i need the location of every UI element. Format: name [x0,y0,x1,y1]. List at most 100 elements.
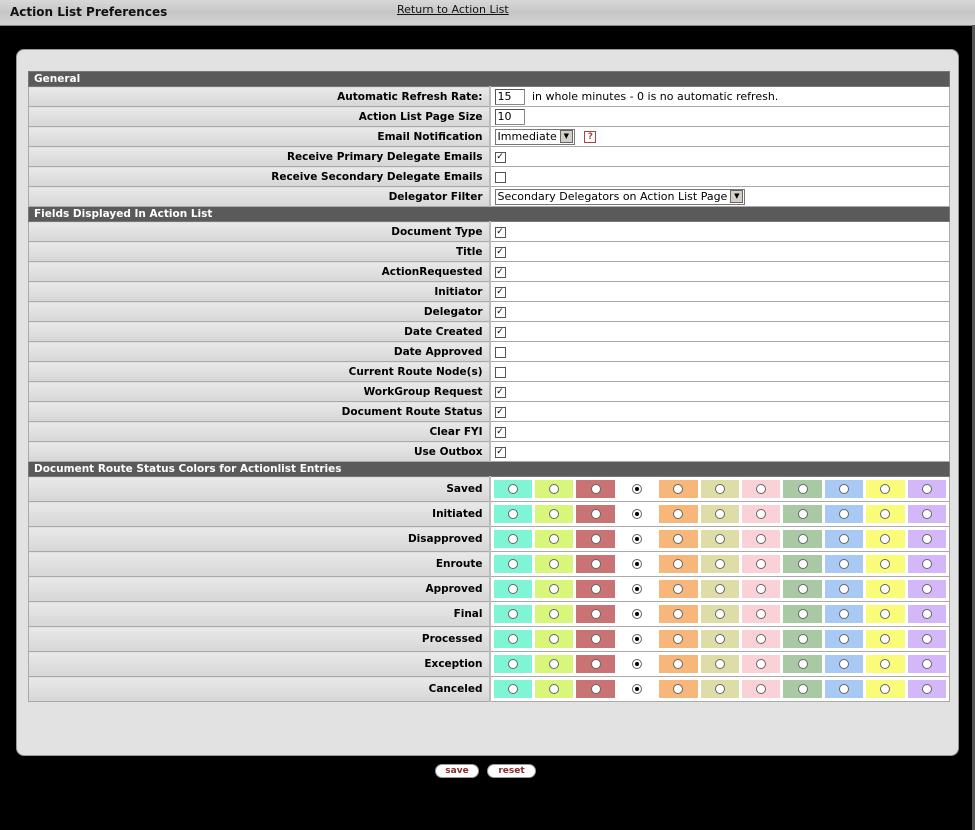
color-radio[interactable] [797,609,808,619]
color-radio[interactable] [797,559,808,569]
color-radio[interactable] [673,659,684,669]
refresh-rate-input[interactable]: 15 [494,88,525,105]
color-radio[interactable] [838,634,849,644]
color-radio[interactable] [507,484,518,494]
color-radio[interactable] [714,684,725,694]
color-radio[interactable] [631,584,642,594]
field-checkbox[interactable]: ✓ [494,446,506,458]
field-checkbox[interactable]: ✓ [494,246,506,258]
field-checkbox[interactable] [494,366,506,378]
field-checkbox[interactable] [494,346,506,358]
color-radio[interactable] [797,659,808,669]
chevron-down-icon[interactable]: ▼ [559,130,573,143]
color-radio[interactable] [756,584,767,594]
color-radio[interactable] [921,484,932,494]
color-radio[interactable] [756,609,767,619]
color-radio[interactable] [673,559,684,569]
color-radio[interactable] [549,609,560,619]
color-radio[interactable] [631,634,642,644]
help-icon[interactable]: ? [584,130,597,143]
color-radio[interactable] [880,484,891,494]
primary-delegate-checkbox[interactable]: ✓ [494,151,506,163]
secondary-delegate-checkbox[interactable] [494,171,506,183]
color-radio[interactable] [756,634,767,644]
color-radio[interactable] [673,584,684,594]
color-radio[interactable] [756,534,767,544]
color-radio[interactable] [549,659,560,669]
color-radio[interactable] [631,534,642,544]
color-radio[interactable] [714,534,725,544]
delegator-filter-select[interactable]: Secondary Delegators on Action List Page… [494,188,746,205]
color-radio[interactable] [756,484,767,494]
color-radio[interactable] [714,484,725,494]
color-radio[interactable] [921,534,932,544]
field-checkbox[interactable]: ✓ [494,406,506,418]
color-radio[interactable] [507,584,518,594]
color-radio[interactable] [714,509,725,519]
chevron-down-icon[interactable]: ▼ [730,190,744,203]
color-radio[interactable] [921,634,932,644]
color-radio[interactable] [507,534,518,544]
color-radio[interactable] [756,684,767,694]
color-radio[interactable] [590,684,601,694]
color-radio[interactable] [838,609,849,619]
color-radio[interactable] [880,684,891,694]
color-radio[interactable] [714,559,725,569]
color-radio[interactable] [714,584,725,594]
color-radio[interactable] [797,684,808,694]
color-radio[interactable] [507,559,518,569]
color-radio[interactable] [590,584,601,594]
color-radio[interactable] [880,534,891,544]
color-radio[interactable] [590,559,601,569]
color-radio[interactable] [838,584,849,594]
color-radio[interactable] [631,659,642,669]
color-radio[interactable] [714,609,725,619]
color-radio[interactable] [631,509,642,519]
color-radio[interactable] [797,634,808,644]
field-checkbox[interactable]: ✓ [494,286,506,298]
color-radio[interactable] [921,584,932,594]
reset-button[interactable]: reset [487,764,536,778]
color-radio[interactable] [921,659,932,669]
color-radio[interactable] [590,509,601,519]
color-radio[interactable] [590,659,601,669]
field-checkbox[interactable]: ✓ [494,426,506,438]
color-radio[interactable] [880,659,891,669]
color-radio[interactable] [714,634,725,644]
color-radio[interactable] [590,534,601,544]
color-radio[interactable] [838,509,849,519]
color-radio[interactable] [673,634,684,644]
save-button[interactable]: save [435,764,479,778]
color-radio[interactable] [756,559,767,569]
color-radio[interactable] [673,609,684,619]
color-radio[interactable] [838,659,849,669]
color-radio[interactable] [797,484,808,494]
color-radio[interactable] [838,684,849,694]
color-radio[interactable] [507,509,518,519]
color-radio[interactable] [631,484,642,494]
color-radio[interactable] [797,509,808,519]
color-radio[interactable] [549,634,560,644]
color-radio[interactable] [549,534,560,544]
field-checkbox[interactable]: ✓ [494,266,506,278]
color-radio[interactable] [880,559,891,569]
color-radio[interactable] [714,659,725,669]
email-notification-select[interactable]: Immediate ▼ [494,128,575,145]
page-size-input[interactable]: 10 [494,108,525,125]
color-radio[interactable] [590,609,601,619]
color-radio[interactable] [921,559,932,569]
field-checkbox[interactable]: ✓ [494,326,506,338]
color-radio[interactable] [838,534,849,544]
color-radio[interactable] [880,509,891,519]
field-checkbox[interactable]: ✓ [494,386,506,398]
color-radio[interactable] [880,584,891,594]
color-radio[interactable] [921,509,932,519]
color-radio[interactable] [507,684,518,694]
color-radio[interactable] [797,534,808,544]
color-radio[interactable] [921,609,932,619]
color-radio[interactable] [631,559,642,569]
color-radio[interactable] [838,484,849,494]
color-radio[interactable] [797,584,808,594]
color-radio[interactable] [549,559,560,569]
color-radio[interactable] [507,659,518,669]
